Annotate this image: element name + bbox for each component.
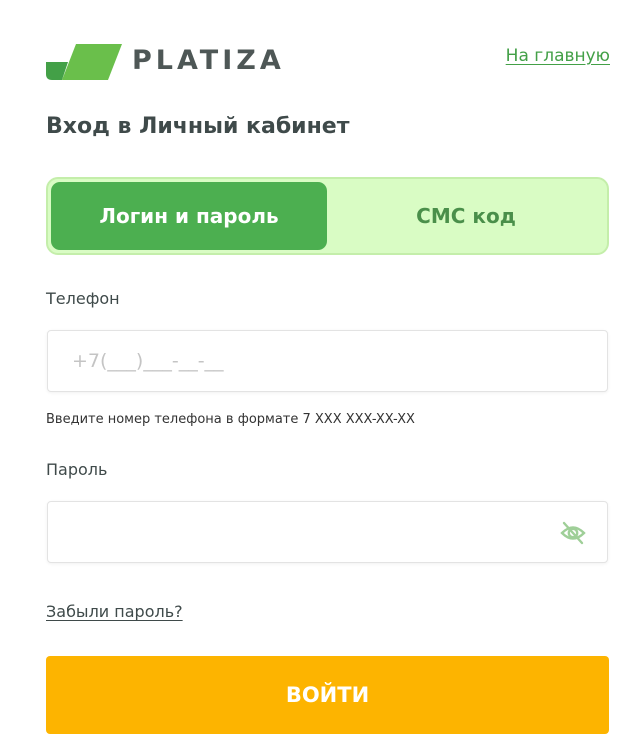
phone-hint: Введите номер телефона в формате 7 XXX X… xyxy=(46,412,415,427)
eye-off-icon[interactable] xyxy=(559,519,587,547)
phone-input[interactable] xyxy=(48,331,607,391)
phone-label: Телефон xyxy=(46,289,120,308)
password-label: Пароль xyxy=(46,460,108,479)
login-button[interactable]: ВОЙТИ xyxy=(46,656,609,734)
home-link[interactable]: На главную xyxy=(506,46,610,66)
password-input[interactable] xyxy=(48,502,607,562)
forgot-password-link[interactable]: Забыли пароль? xyxy=(46,602,183,621)
password-field-wrapper xyxy=(47,501,608,563)
header: PLATIZA На главную xyxy=(46,38,610,82)
tab-login-password[interactable]: Логин и пароль xyxy=(51,182,327,250)
brand-name: PLATIZA xyxy=(132,44,285,76)
phone-field-wrapper xyxy=(47,330,608,392)
logo[interactable]: PLATIZA xyxy=(46,38,285,82)
tab-sms-code[interactable]: СМС код xyxy=(328,182,604,250)
platiza-leaf-logo-icon xyxy=(46,44,122,80)
login-method-tabs: Логин и пароль СМС код xyxy=(46,177,609,255)
page-title: Вход в Личный кабинет xyxy=(46,114,350,139)
